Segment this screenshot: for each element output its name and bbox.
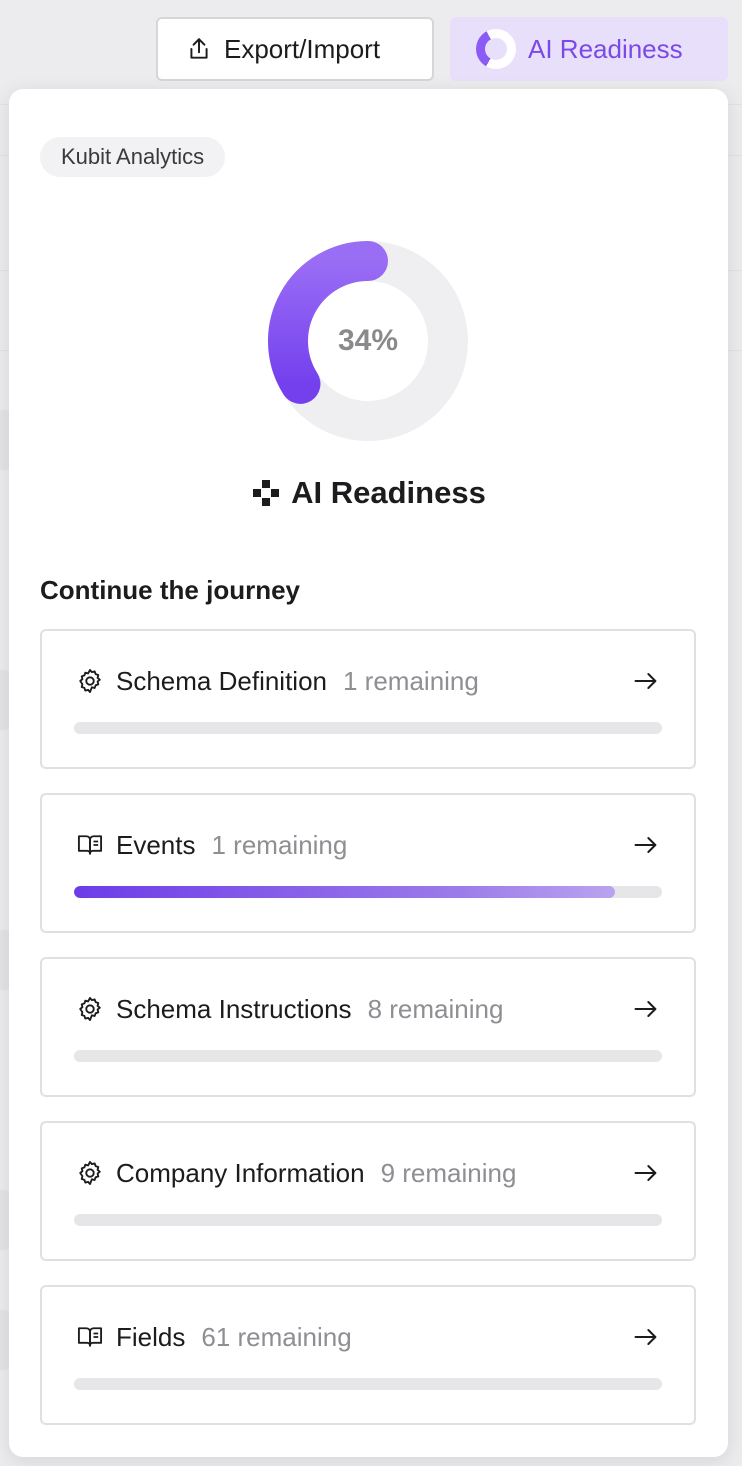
progress-bar <box>74 886 662 898</box>
upload-icon <box>190 38 208 59</box>
card-title: Fields <box>116 1321 186 1352</box>
ai-readiness-button[interactable]: AI Readiness <box>450 17 728 81</box>
book-icon <box>76 831 104 859</box>
arrow-right-icon[interactable] <box>632 667 660 695</box>
journey-heading: Continue the journey <box>40 575 300 605</box>
gear-icon <box>76 667 104 695</box>
journey-card-events[interactable]: Events 1 remaining <box>40 793 696 933</box>
progress-bar <box>74 1214 662 1226</box>
book-icon <box>76 1323 104 1351</box>
sparkle-icon <box>253 480 280 506</box>
card-header: Schema Definition 1 remaining <box>76 664 660 698</box>
card-title: Schema Instructions <box>116 993 352 1024</box>
gear-icon <box>76 995 104 1023</box>
card-title: Company Information <box>116 1157 365 1188</box>
readiness-heading: AI Readiness <box>9 475 728 511</box>
export-import-label: Export/Import <box>224 33 381 64</box>
card-header: Events 1 remaining <box>76 828 660 862</box>
journey-list: Schema Definition 1 remaining Events 1 rema… <box>40 629 696 1449</box>
card-remaining-count: 61 remaining <box>201 1321 352 1352</box>
workspace-badge: Kubit Analytics <box>40 137 226 177</box>
journey-card-schema-instructions[interactable]: Schema Instructions 8 remaining <box>40 957 696 1097</box>
gear-icon <box>76 1159 104 1187</box>
arrow-right-icon[interactable] <box>632 995 660 1023</box>
journey-card-fields[interactable]: Fields 61 remaining <box>40 1285 696 1425</box>
card-title: Events <box>116 829 196 860</box>
progress-fill <box>74 886 615 898</box>
arrow-right-icon[interactable] <box>632 1323 660 1351</box>
export-import-button[interactable]: Export/Import <box>156 17 434 81</box>
card-header: Company Information 9 remaining <box>76 1156 660 1190</box>
card-remaining-count: 8 remaining <box>367 993 504 1024</box>
ai-readiness-popover: Kubit Analytics 34% AI Readiness Continu… <box>9 89 728 1457</box>
journey-card-company-information[interactable]: Company Information 9 remaining <box>40 1121 696 1261</box>
progress-bar <box>74 722 662 734</box>
progress-bar <box>74 1378 662 1390</box>
readiness-donut: 34% <box>268 241 468 441</box>
progress-bar <box>74 1050 662 1062</box>
card-remaining-count: 1 remaining <box>343 665 479 696</box>
card-header: Schema Instructions 8 remaining <box>76 992 660 1026</box>
card-header: Fields 61 remaining <box>76 1320 660 1354</box>
readiness-title: AI Readiness <box>291 475 486 510</box>
readiness-percentage: 34% <box>337 324 399 357</box>
card-remaining-count: 1 remaining <box>211 829 348 860</box>
card-remaining-count: 9 remaining <box>380 1157 517 1188</box>
arrow-right-icon[interactable] <box>632 1159 660 1187</box>
ai-readiness-button-label: AI Readiness <box>528 33 683 64</box>
arrow-right-icon[interactable] <box>632 831 660 859</box>
card-title: Schema Definition <box>116 665 327 696</box>
readiness-ring-icon <box>476 29 516 69</box>
journey-card-schema-definition[interactable]: Schema Definition 1 remaining <box>40 629 696 769</box>
